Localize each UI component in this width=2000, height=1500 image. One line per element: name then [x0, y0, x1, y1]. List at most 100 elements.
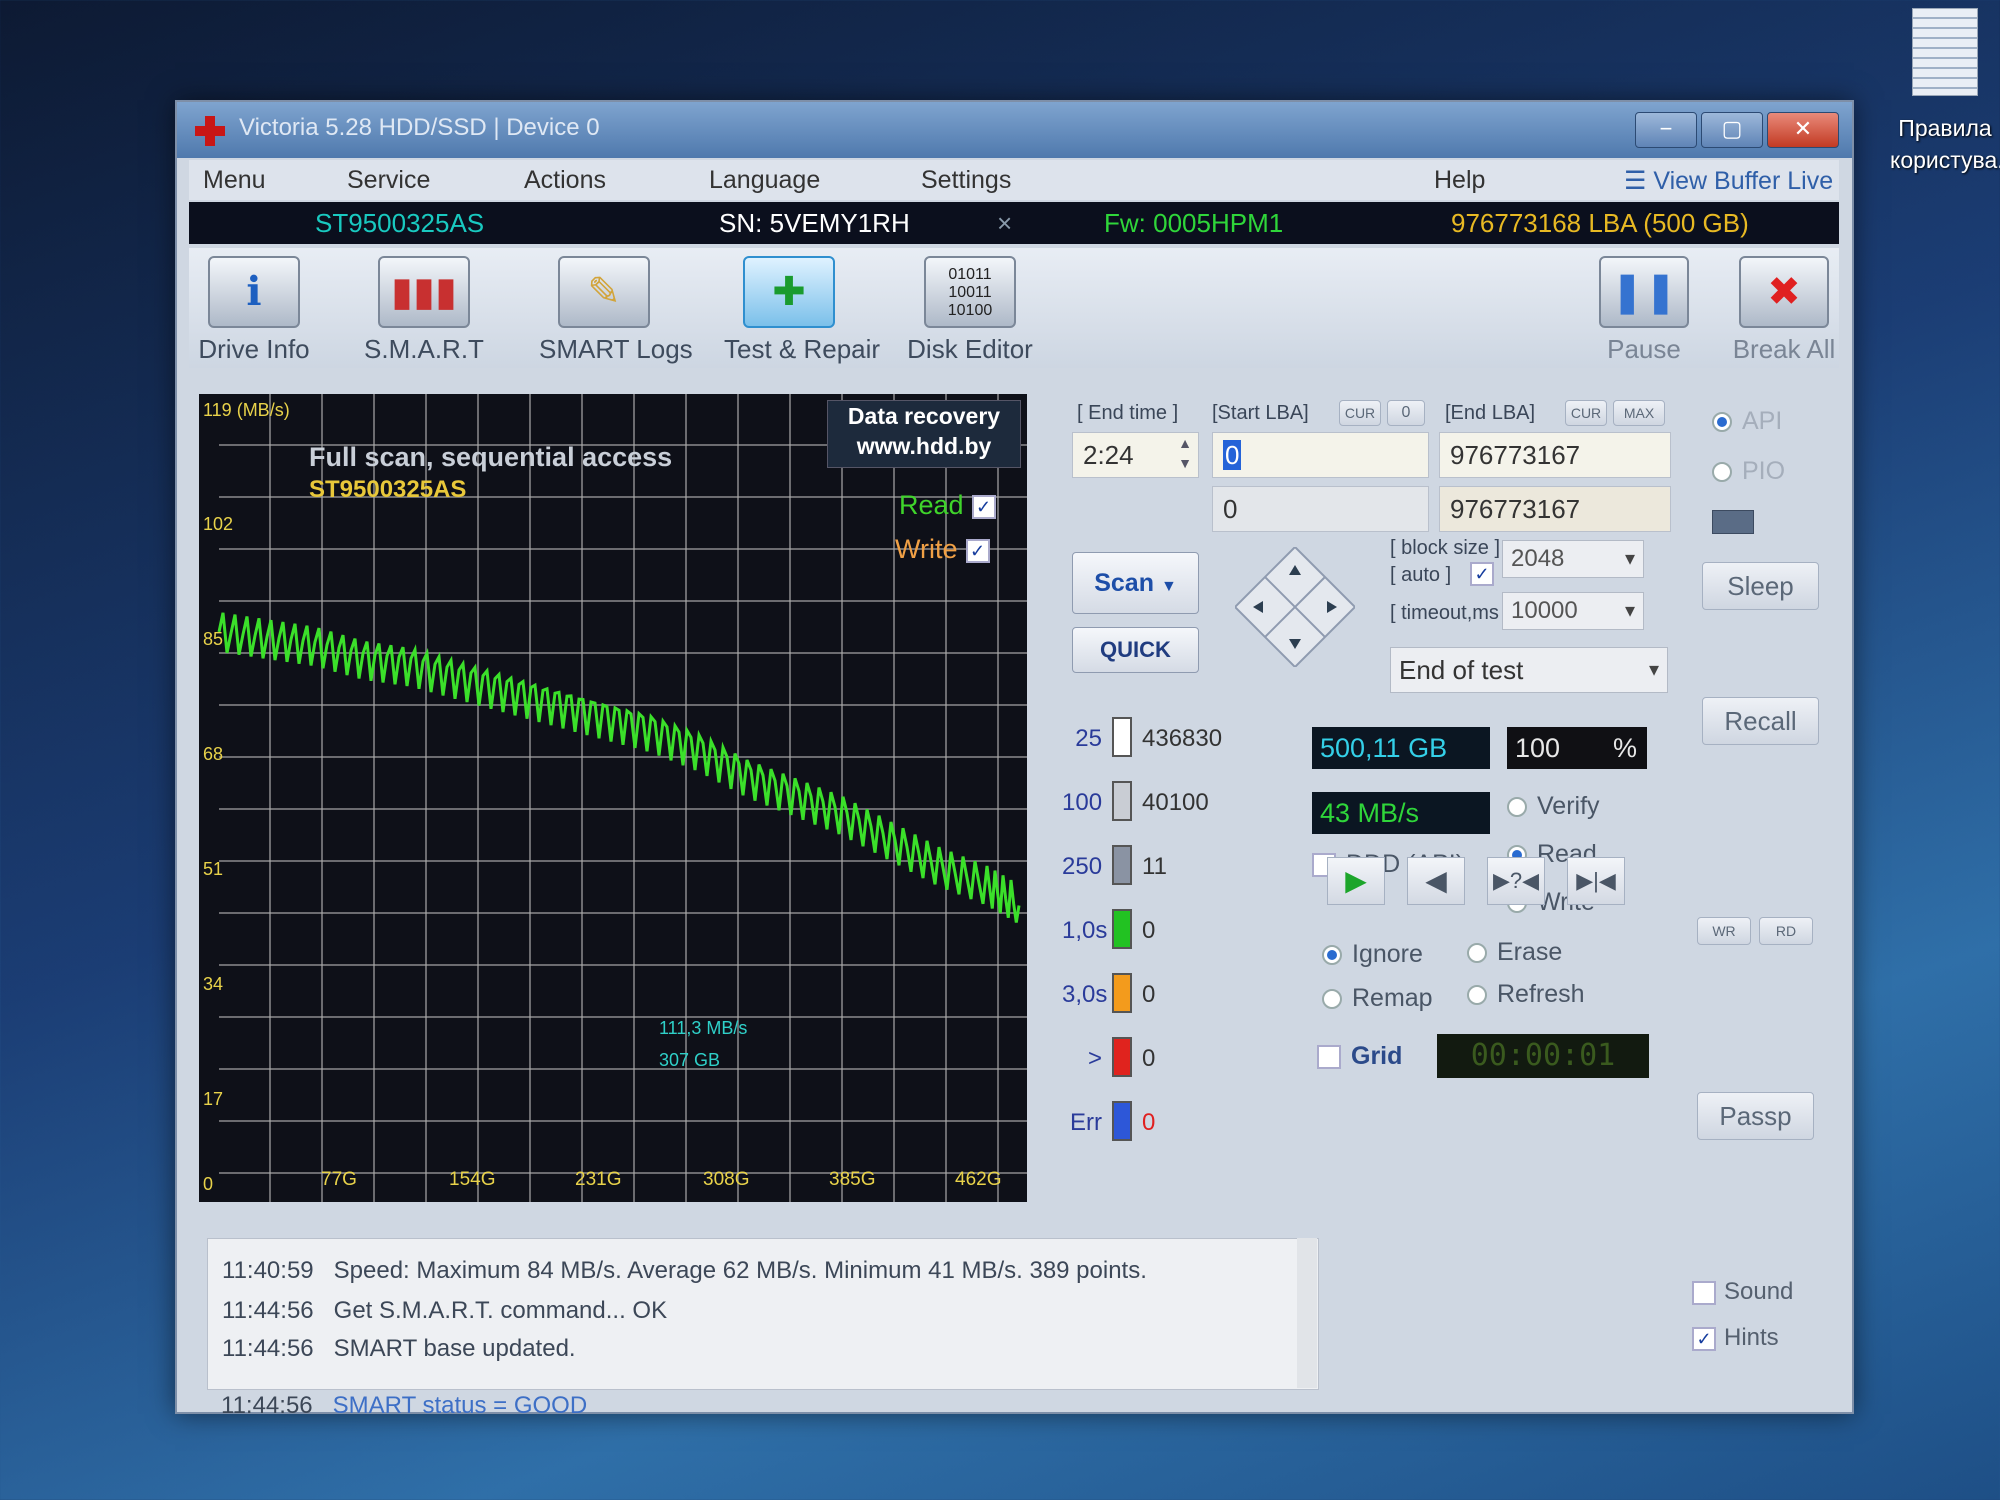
end-action-select[interactable]: End of test — [1390, 647, 1668, 693]
victoria-window: Victoria 5.28 HDD/SSD | Device 0 − ▢ ✕ M… — [175, 100, 1854, 1419]
scan-button[interactable]: Scan ▼ — [1072, 552, 1199, 614]
port-indicator — [1712, 510, 1754, 534]
start-cur-button[interactable]: CUR — [1339, 400, 1381, 426]
graph-unit: 119 (MB/s) — [203, 400, 290, 420]
log-row: 11:40:59 Speed: Maximum 84 MB/s. Average… — [222, 1257, 1147, 1284]
desktop-icon-label-2: користува.. — [1890, 147, 2000, 173]
stat-label: 250 — [1062, 853, 1103, 880]
x-tick: 462G — [955, 1169, 1002, 1190]
menu-menu[interactable]: Menu — [203, 166, 266, 195]
start-zero-button[interactable]: 0 — [1387, 400, 1425, 426]
x-tick: 77G — [321, 1169, 357, 1190]
start-lba-input[interactable]: 0 — [1212, 432, 1429, 478]
play-icon[interactable]: ▶ — [1327, 857, 1385, 905]
end-lba-input[interactable]: 976773167 — [1439, 432, 1671, 478]
menu-settings[interactable]: Settings — [921, 166, 1011, 195]
check-icon: ✓ — [965, 538, 990, 563]
medkit-icon: ✚ — [743, 256, 835, 328]
dropdown-arrow-icon: ▼ — [1160, 578, 1177, 595]
disk-editor-button[interactable]: 01011 10011 10100 Disk Editor — [905, 256, 1035, 365]
spinner-icon[interactable]: ▲ ▼ — [1178, 433, 1192, 473]
maximize-button[interactable]: ▢ — [1701, 112, 1763, 148]
pause-icon: ❚❚ — [1599, 256, 1689, 328]
test-repair-button[interactable]: ✚ Test & Repair — [724, 256, 880, 365]
refresh-radio[interactable]: Refresh — [1467, 980, 1585, 1009]
pio-radio[interactable]: PIO — [1712, 457, 1785, 486]
stat-color-box — [1112, 1101, 1132, 1141]
start-lba-label: [Start LBA] — [1212, 402, 1309, 424]
direction-pad-icon[interactable] — [1233, 545, 1357, 669]
smart-button[interactable]: ▮▮▮ S.M.A.R.T — [359, 256, 489, 365]
end-time-input[interactable]: 2:24 ▲ ▼ — [1072, 432, 1199, 478]
data-recovery-banner[interactable]: Data recovery www.hdd.by — [827, 400, 1021, 468]
y-tick: 0 — [203, 1174, 214, 1194]
stat-color-box — [1112, 845, 1132, 885]
scanned-size: 500,11 GB — [1312, 727, 1490, 769]
toolbar: ℹ Drive Info ▮▮▮ S.M.A.R.T ✎ SMART Logs … — [189, 248, 1839, 368]
menu-help[interactable]: Help — [1434, 166, 1485, 195]
end-time-label: [ End time ] — [1077, 402, 1179, 424]
stat-row: Err 0 — [1062, 1101, 1262, 1145]
info-icon: ℹ — [208, 256, 300, 328]
wr-button[interactable]: WR — [1697, 917, 1751, 945]
menu-bar: Menu Service Actions Language Settings H… — [189, 160, 1839, 200]
window-title: Victoria 5.28 HDD/SSD | Device 0 — [239, 114, 600, 141]
desktop-file-icon[interactable]: Правила користува.. — [1890, 8, 2000, 176]
stat-label: 100 — [1062, 789, 1103, 816]
device-info-bar: ST9500325AS SN: 5VEMY1RH × Fw: 0005HPM1 … — [189, 202, 1839, 244]
smart-logs-button[interactable]: ✎ SMART Logs — [539, 256, 693, 365]
rewind-icon[interactable]: ◀ — [1407, 857, 1465, 905]
hints-checkbox[interactable]: ✓ Hints — [1692, 1324, 1779, 1352]
title-bar[interactable]: Victoria 5.28 HDD/SSD | Device 0 − ▢ ✕ — [177, 102, 1852, 158]
grid-checkbox[interactable]: ✓Grid — [1317, 1042, 1402, 1071]
stat-color-box — [1112, 717, 1132, 757]
recall-button[interactable]: Recall — [1702, 697, 1819, 745]
write-checkbox[interactable]: Write ✓ — [895, 534, 990, 565]
block-size-select[interactable]: 2048 — [1502, 540, 1644, 578]
stat-count: 40100 — [1142, 789, 1209, 816]
menu-service[interactable]: Service — [347, 166, 430, 195]
end-max-button[interactable]: MAX — [1613, 400, 1665, 426]
x-tick: 231G — [575, 1169, 622, 1190]
rd-button[interactable]: RD — [1759, 917, 1813, 945]
minimize-button[interactable]: − — [1635, 112, 1697, 148]
sleep-button[interactable]: Sleep — [1702, 562, 1819, 610]
quick-button[interactable]: QUICK — [1072, 627, 1199, 673]
log-row: 11:44:56 Get S.M.A.R.T. command... OK — [222, 1297, 668, 1324]
goto-icon[interactable]: ▶?◀ — [1487, 857, 1545, 905]
close-button[interactable]: ✕ — [1767, 112, 1839, 148]
verify-radio[interactable]: Verify — [1507, 792, 1600, 821]
timeout-label: [ timeout,ms ] — [1390, 602, 1511, 624]
break-all-button[interactable]: ✖ Break All — [1724, 256, 1844, 365]
log-scrollbar[interactable] — [1297, 1238, 1317, 1388]
eject-device-button[interactable]: × — [997, 208, 1012, 239]
y-tick: 68 — [203, 744, 224, 764]
end-cur-button[interactable]: CUR — [1565, 400, 1607, 426]
sound-checkbox[interactable]: ✓Sound — [1692, 1278, 1793, 1306]
skip-icon[interactable]: ▶|◀ — [1567, 857, 1625, 905]
auto-checkbox[interactable]: ✓ — [1470, 562, 1494, 586]
view-buffer-live[interactable]: ☰ View Buffer Live — [1624, 166, 1833, 196]
stat-row: 1,0s 0 — [1062, 909, 1262, 953]
folder-icon: ✎ — [558, 256, 650, 328]
passp-button[interactable]: Passp — [1697, 1092, 1814, 1140]
cursor-speed: 111,3 MB/s — [659, 1018, 748, 1038]
menu-actions[interactable]: Actions — [524, 166, 606, 195]
timeout-select[interactable]: 10000 — [1502, 592, 1644, 630]
api-radio[interactable]: API — [1712, 407, 1782, 436]
stop-x-icon: ✖ — [1739, 256, 1829, 328]
drive-info-button[interactable]: ℹ Drive Info — [189, 256, 319, 365]
event-log: 11:40:59 Speed: Maximum 84 MB/s. Average… — [207, 1238, 1319, 1390]
log-row: 11:44:56 SMART base updated. — [222, 1335, 576, 1362]
list-icon: ☰ — [1624, 167, 1654, 195]
ignore-radio[interactable]: Ignore — [1322, 940, 1423, 969]
stat-color-box — [1112, 781, 1132, 821]
menu-language[interactable]: Language — [709, 166, 820, 195]
erase-radio[interactable]: Erase — [1467, 938, 1562, 967]
remap-radio[interactable]: Remap — [1322, 984, 1433, 1013]
pause-button[interactable]: ❚❚ Pause — [1589, 256, 1699, 365]
read-checkbox[interactable]: Read ✓ — [899, 490, 996, 521]
x-tick: 308G — [703, 1169, 750, 1190]
stat-label: 3,0s — [1062, 981, 1108, 1008]
current-lba-display: 0 — [1212, 486, 1429, 532]
